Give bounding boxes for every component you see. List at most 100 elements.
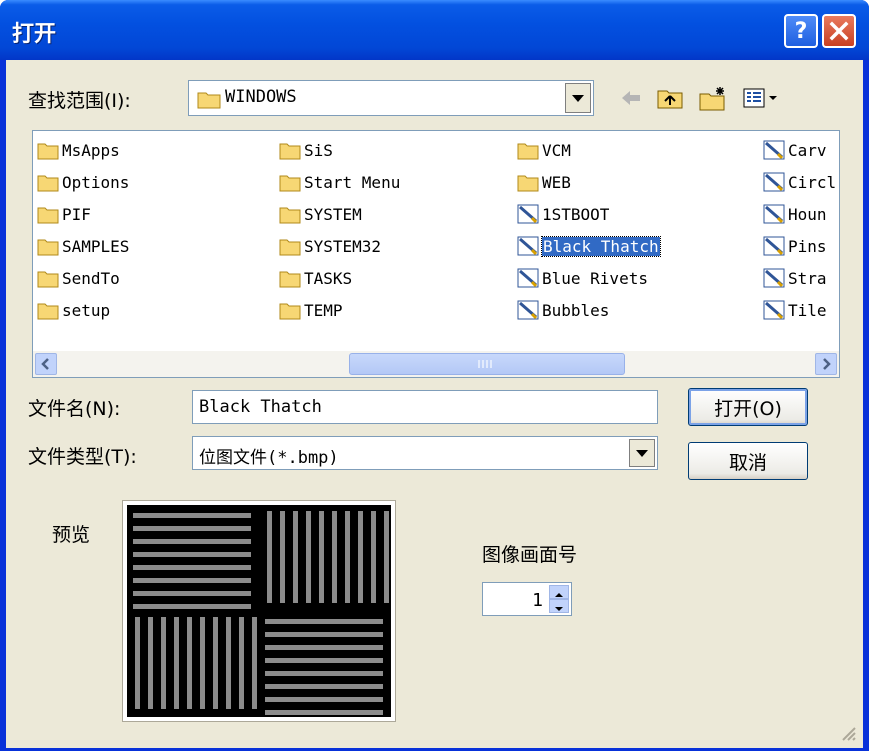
scroll-right-button[interactable]	[815, 353, 837, 375]
resize-grip-icon[interactable]	[839, 724, 857, 742]
bitmap-icon	[763, 300, 785, 320]
frame-number-value: 1	[532, 590, 543, 611]
help-button[interactable]: ?	[784, 14, 818, 48]
file-name: SYSTEM	[304, 204, 362, 224]
file-item[interactable]: Circl	[763, 169, 836, 195]
file-item[interactable]: 1STBOOT	[517, 201, 609, 227]
folder-item[interactable]: TASKS	[279, 265, 352, 291]
folder-icon	[279, 175, 301, 192]
question-icon: ?	[794, 18, 808, 44]
folder-item[interactable]: TEMP	[279, 297, 343, 323]
file-item[interactable]: Black Thatch	[517, 233, 661, 259]
file-name: SendTo	[62, 268, 120, 288]
bitmap-icon	[763, 268, 785, 288]
arrow-down-icon	[555, 607, 563, 611]
folder-item[interactable]: MsApps	[37, 137, 120, 163]
horizontal-scrollbar[interactable]	[33, 351, 839, 377]
folder-icon	[517, 143, 539, 160]
spin-down-button[interactable]	[549, 599, 569, 613]
bitmap-icon	[517, 268, 539, 288]
close-button[interactable]	[822, 14, 856, 48]
file-name: SAMPLES	[62, 236, 130, 256]
file-item[interactable]: Bubbles	[517, 297, 609, 323]
file-name: setup	[62, 300, 111, 320]
file-item[interactable]: Stra	[763, 265, 827, 291]
file-name: TASKS	[304, 268, 353, 288]
lookin-combo[interactable]: WINDOWS	[188, 80, 594, 116]
folder-item[interactable]: SiS	[279, 137, 333, 163]
file-name: PIF	[62, 204, 91, 224]
new-folder-icon[interactable]	[698, 86, 728, 112]
file-name: SiS	[304, 140, 333, 160]
bitmap-icon	[763, 140, 785, 160]
close-icon	[829, 21, 849, 41]
file-name: 1STBOOT	[542, 204, 610, 224]
dialog-body: 查找范围(I): WINDOWS MsApps Options PIF SAMPLES…	[6, 60, 863, 748]
folder-icon	[279, 143, 301, 160]
view-menu-icon[interactable]	[742, 86, 782, 110]
grip-icon	[478, 360, 492, 368]
folder-item[interactable]: WEB	[517, 169, 571, 195]
open-dialog: 打开 ? 查找范围(I): WINDOWS MsApps Options PIF SA…	[0, 0, 869, 751]
file-list[interactable]: MsApps Options PIF SAMPLES SendTo setup SiS Sta…	[32, 130, 840, 378]
file-item[interactable]: Blue Rivets	[517, 265, 648, 291]
file-name: VCM	[542, 140, 571, 160]
folder-item[interactable]: Options	[37, 169, 129, 195]
file-name: WEB	[542, 172, 571, 192]
folder-icon	[37, 143, 59, 160]
file-name: Start Menu	[304, 172, 401, 192]
folder-icon	[37, 303, 59, 320]
chevron-down-icon	[636, 449, 648, 457]
back-icon[interactable]	[618, 86, 644, 110]
folder-item[interactable]: SendTo	[37, 265, 120, 291]
scroll-left-button[interactable]	[35, 353, 57, 375]
file-name: Circl	[788, 172, 837, 192]
folder-item[interactable]: SYSTEM32	[279, 233, 381, 259]
file-item[interactable]: Houn	[763, 201, 827, 227]
filename-input[interactable]: Black Thatch	[192, 390, 658, 424]
open-button[interactable]: 打开(O)	[688, 388, 808, 426]
folder-icon	[37, 239, 59, 256]
file-name: Options	[62, 172, 130, 192]
file-name: Blue Rivets	[542, 268, 648, 288]
scroll-thumb[interactable]	[349, 353, 625, 375]
bitmap-icon	[763, 236, 785, 256]
folder-item[interactable]: Start Menu	[279, 169, 400, 195]
file-name: Black Thatch	[541, 235, 661, 257]
folder-item[interactable]: VCM	[517, 137, 571, 163]
filetype-label: 文件类型(T):	[28, 446, 137, 468]
bitmap-icon	[763, 204, 785, 224]
frame-label: 图像画面号	[482, 544, 578, 566]
bitmap-icon	[517, 204, 539, 224]
file-name: Bubbles	[542, 300, 610, 320]
title-bar[interactable]: 打开 ?	[0, 0, 869, 60]
folder-item[interactable]: PIF	[37, 201, 91, 227]
file-item[interactable]: Carv	[763, 137, 827, 163]
file-name: SYSTEM32	[304, 236, 382, 256]
folder-icon	[279, 271, 301, 288]
file-item[interactable]: Tile	[763, 297, 827, 323]
file-name: Tile	[788, 300, 827, 320]
folder-item[interactable]: setup	[37, 297, 110, 323]
folder-icon	[37, 207, 59, 224]
filetype-dropdown-button[interactable]	[629, 439, 655, 467]
cancel-button[interactable]: 取消	[688, 442, 808, 480]
folder-item[interactable]: SYSTEM	[279, 201, 362, 227]
filetype-value: 位图文件(*.bmp)	[199, 448, 339, 468]
spin-up-button[interactable]	[549, 585, 569, 599]
preview-label: 预览	[52, 524, 91, 546]
lookin-value: WINDOWS	[225, 87, 297, 107]
frame-number-spinner[interactable]: 1	[482, 582, 572, 616]
filetype-combo[interactable]: 位图文件(*.bmp)	[192, 436, 658, 470]
file-name: Pins	[788, 236, 827, 256]
chevron-right-icon	[823, 358, 831, 370]
file-name: MsApps	[62, 140, 120, 160]
up-folder-icon[interactable]	[656, 86, 684, 110]
file-name: Carv	[788, 140, 827, 160]
lookin-dropdown-button[interactable]	[565, 83, 591, 113]
bitmap-icon	[763, 172, 785, 192]
folder-icon	[279, 239, 301, 256]
file-item[interactable]: Pins	[763, 233, 827, 259]
folder-item[interactable]: SAMPLES	[37, 233, 129, 259]
file-name: Houn	[788, 204, 827, 224]
